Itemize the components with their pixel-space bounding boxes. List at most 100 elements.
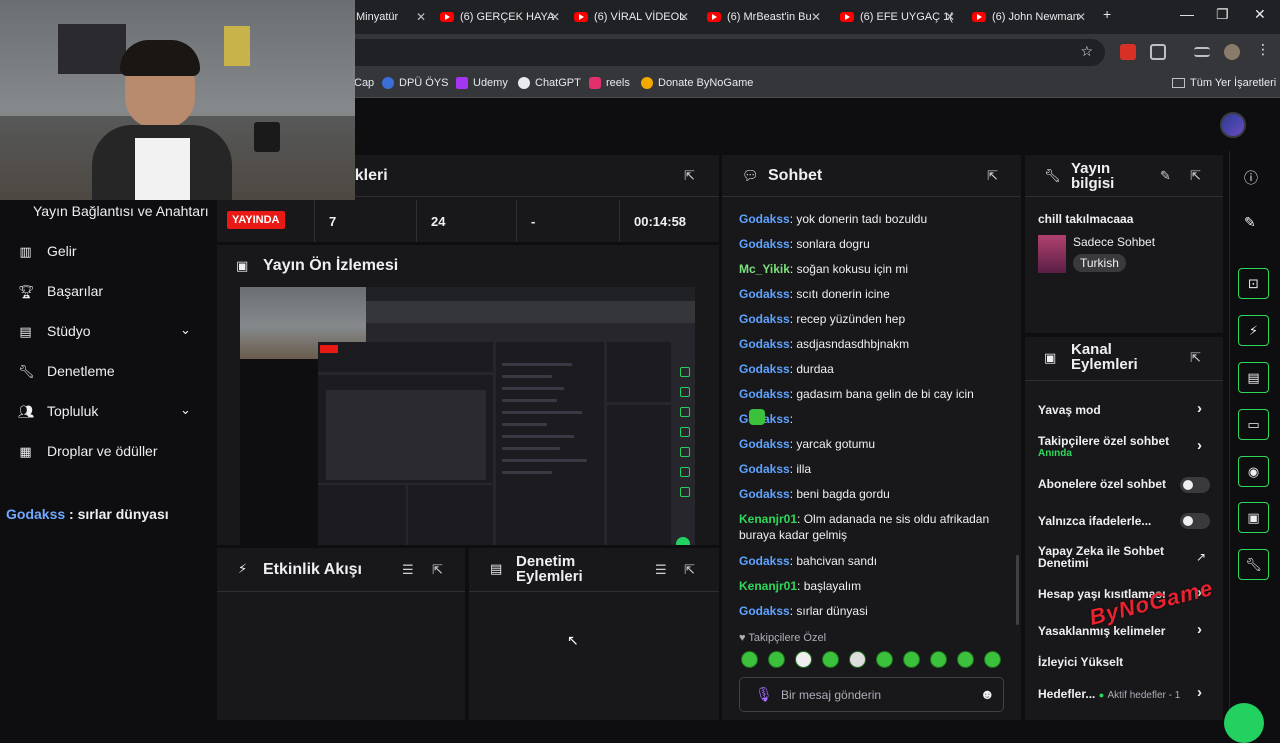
bookmark[interactable]: Donate ByNoGame [641,77,753,89]
close-icon[interactable]: ✕ [679,10,689,24]
subscribers-only-row[interactable]: Abonelere özel sohbet [1038,477,1166,491]
chevron-right-icon[interactable]: › [1197,684,1202,701]
followers-only-row[interactable]: Takipçilere özel sohbet Anında [1038,434,1178,459]
emote-only-row[interactable]: Yalnızca ifadelerle... [1038,514,1151,528]
microphone-icon[interactable]: 🎙︎ [755,686,773,703]
sidebar-item-drops[interactable]: ▦ Droplar ve ödüller [18,443,157,459]
chat-username[interactable]: Godakss [739,237,790,251]
popout-icon[interactable]: ⇱ [684,562,695,578]
new-tab-button[interactable]: + [1103,6,1111,22]
popout-icon[interactable]: ⇱ [987,168,998,184]
chat-input[interactable]: 🎙︎ Bir mesaj gönderin ☻ [739,677,1004,712]
chat-username[interactable]: Godakss [739,604,790,618]
address-bar[interactable]: ☆ [340,39,1105,66]
popout-icon[interactable]: ⇱ [684,168,695,184]
goals-row[interactable]: Hedefler... ● Aktif hedefler - 1 [1038,687,1180,701]
emote-button[interactable] [795,651,812,668]
popout-icon[interactable]: ⇱ [1190,168,1201,184]
info-icon[interactable]: ⓘ [1244,168,1258,188]
profile-icon[interactable] [1224,44,1240,60]
chevron-down-icon[interactable]: ⌄ [180,322,191,338]
emote-button[interactable] [768,651,785,668]
sidebar-item-achievements[interactable]: 🏆︎ Başarılar [18,283,103,299]
emote-button[interactable] [903,651,920,668]
bookmark[interactable]: ChatGPT [518,77,581,89]
close-icon[interactable]: ✕ [550,10,560,24]
chevron-right-icon[interactable]: › [1197,437,1202,454]
close-icon[interactable]: ✕ [1076,10,1086,24]
lightning-icon[interactable]: ⚡︎ [1238,315,1269,346]
chat-username[interactable]: Kenanjr01 [739,579,797,593]
chat-username[interactable]: Godakss [739,487,790,501]
broadcast-icon[interactable]: ◉ [1238,456,1269,487]
chat-username[interactable]: Godakss [739,362,790,376]
avatar[interactable] [1220,112,1246,138]
emote-button[interactable] [876,651,893,668]
browser-tab[interactable]: Minyatür ✕ [356,6,426,28]
bookmark[interactable]: DPÜ ÖYS [382,77,449,89]
popout-icon[interactable]: ⇱ [432,562,443,578]
notes-icon[interactable]: ▤ [1238,362,1269,393]
all-bookmarks[interactable]: Tüm Yer İşaretleri [1172,77,1276,89]
category-box-art[interactable] [1038,235,1066,273]
chat-username[interactable]: Godakss [739,287,790,301]
stream-preview[interactable] [240,287,695,545]
emoji-icon[interactable]: ☻ [980,686,995,702]
close-window-icon[interactable]: ✕ [1254,6,1266,23]
filter-icon[interactable]: ☰ [402,562,414,578]
extension-icon[interactable] [1120,44,1136,60]
chat-scrollbar[interactable] [1016,555,1019,625]
subscribers-only-toggle[interactable] [1180,477,1210,493]
bookmark[interactable]: Cap [354,77,374,89]
browser-tab[interactable]: (6) John Newman ✕ [972,6,1086,28]
ai-moderation-row[interactable]: Yapay Zeka ile Sohbet Denetimi [1038,545,1178,569]
emote-only-toggle[interactable] [1180,513,1210,529]
emote-button[interactable] [957,651,974,668]
chat-username[interactable]: Godakss [739,437,790,451]
bookmark[interactable]: Udemy [456,77,508,89]
sidebar-item-community[interactable]: 👥︎ Topluluk [18,403,98,419]
close-icon[interactable]: ✕ [945,10,955,24]
emote-button[interactable] [984,651,1001,668]
minimize-icon[interactable]: — [1180,6,1194,22]
chat-username[interactable]: Godakss [739,212,790,226]
chevron-right-icon[interactable]: › [1197,621,1202,638]
viewer-boost-row[interactable]: İzleyici Yükselt [1038,655,1123,669]
chat-username[interactable]: Godakss [739,462,790,476]
chat-icon[interactable]: ▭ [1238,409,1269,440]
maximize-icon[interactable]: ❐ [1216,6,1229,23]
bookmark[interactable]: reels [589,77,630,89]
chat-username[interactable]: Godakss [739,387,790,401]
star-icon[interactable]: ☆ [1080,43,1093,60]
clip-icon[interactable]: ⊡ [1238,268,1269,299]
emote-button[interactable] [930,651,947,668]
chat-username[interactable]: Godakss [739,337,790,351]
pencil-icon[interactable]: ✎ [1244,214,1256,231]
emote-button[interactable] [741,651,758,668]
category-name[interactable]: Sadece Sohbet [1073,235,1155,249]
media-icon[interactable] [1194,47,1210,57]
browser-tab[interactable]: (6) MrBeast'in Bu ✕ [707,6,821,28]
layout-icon[interactable]: ▣ [1238,502,1269,533]
slow-mode-row[interactable]: Yavaş mod [1038,403,1101,417]
menu-icon[interactable]: ⋮ [1256,41,1272,57]
chat-username[interactable]: Kenanjr01 [739,512,797,526]
puzzle-icon[interactable] [1150,44,1166,60]
sidebar-item-stream-key[interactable]: Yayın Bağlantısı ve Anahtarı [33,203,209,219]
browser-tab[interactable]: (6) VİRAL VİDEOL ✕ [574,6,689,28]
chevron-right-icon[interactable]: › [1197,400,1202,417]
sidebar-item-studio[interactable]: ▤ Stüdyo [18,323,90,339]
browser-tab[interactable]: (6) GERÇEK HAYA ✕ [440,6,560,28]
browser-tab[interactable]: (6) EFE UYGAÇ 1( ✕ [840,6,955,28]
quick-action-button[interactable] [1224,703,1264,743]
chat-username[interactable]: Godakss [739,312,790,326]
sidebar-item-moderation[interactable]: 🔧︎ Denetleme [18,363,115,379]
chevron-down-icon[interactable]: ⌄ [180,402,191,418]
external-link-icon[interactable]: ↗ [1196,550,1206,564]
popout-icon[interactable]: ⇱ [1190,350,1201,366]
emote-button[interactable] [822,651,839,668]
close-icon[interactable]: ✕ [811,10,821,24]
edit-icon[interactable]: ✎ [1160,168,1171,184]
chat-username[interactable]: Mc_Yikik [739,262,790,276]
filter-icon[interactable]: ☰ [655,562,667,578]
